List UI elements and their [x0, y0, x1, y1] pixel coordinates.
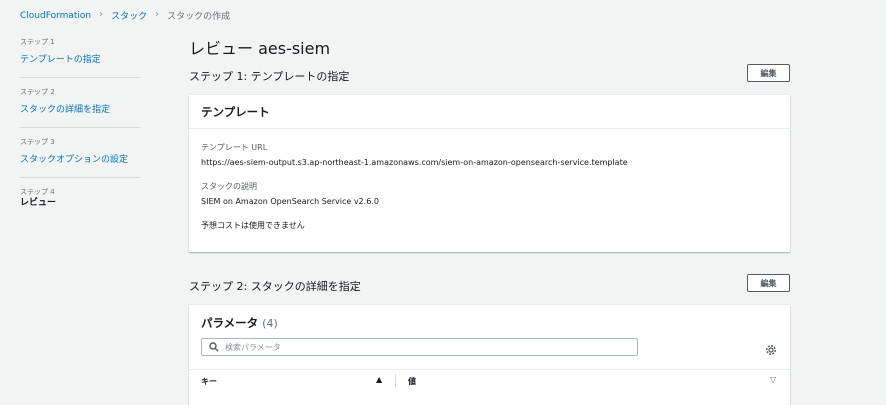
step-number-label: ステップ 4 [20, 188, 55, 196]
template-url-label: テンプレート URL [201, 143, 268, 152]
step-current-review: レビュー [20, 198, 57, 208]
step-number-label: ステップ 1 [20, 38, 55, 46]
breadcrumb-current: スタックの作成 [167, 12, 231, 22]
search-input[interactable] [225, 342, 625, 352]
wizard-step-4: ステップ 4 レビュー [20, 188, 140, 220]
edit-stack-details-button[interactable]: 編集 [747, 274, 790, 292]
card-title: テンプレート [201, 104, 270, 119]
breadcrumb: CloudFormation › スタック › スタックの作成 [20, 9, 230, 22]
stack-description-field: スタックの説明 SIEM on Amazon OpenSearch Servic… [201, 181, 778, 207]
breadcrumb-cloudformation[interactable]: CloudFormation [20, 11, 91, 21]
chevron-right-icon: › [155, 9, 160, 20]
step-number-label: ステップ 2 [20, 88, 55, 96]
stack-description-value: SIEM on Amazon OpenSearch Service v2.6.0 [201, 197, 379, 206]
wizard-step-2: ステップ 2 スタックの詳細を指定 [20, 88, 140, 128]
card-header: テンプレート [189, 95, 790, 129]
estimated-cost-text: 予想コストは使用できません [201, 221, 305, 230]
template-card: テンプレート テンプレート URL https://aes-siem-outpu… [189, 95, 790, 252]
step-link-stack-options[interactable]: スタックオプションの設定 [20, 155, 128, 165]
breadcrumb-stacks[interactable]: スタック [111, 9, 147, 22]
page-title: レビュー aes-siem [189, 39, 331, 58]
sort-descending-icon[interactable]: ▽ [770, 375, 776, 384]
gear-icon[interactable] [765, 341, 777, 355]
table-header: キー ▲ 値 ▽ [189, 369, 790, 391]
wizard-step-3: ステップ 3 スタックオプションの設定 [20, 138, 140, 178]
column-divider[interactable] [395, 374, 396, 387]
card-title: パラメータ [201, 316, 259, 330]
card-header: パラメータ (4) [189, 305, 790, 331]
wizard-step-1: ステップ 1 テンプレートの指定 [20, 38, 140, 78]
template-url-value: https://aes-siem-output.s3.ap-northeast-… [201, 158, 628, 167]
stack-description-label: スタックの説明 [201, 182, 257, 191]
search-icon [207, 340, 221, 354]
edit-template-button[interactable]: 編集 [747, 64, 790, 82]
section-heading-template: ステップ 1: テンプレートの指定 [189, 70, 350, 83]
column-header-key[interactable]: キー [201, 376, 217, 387]
step-link-stack-details[interactable]: スタックの詳細を指定 [20, 105, 110, 115]
template-url-field: テンプレート URL https://aes-siem-output.s3.ap… [201, 142, 778, 168]
params-count: (4) [262, 316, 278, 330]
column-header-value[interactable]: 値 [408, 376, 416, 387]
step-number-label: ステップ 3 [20, 138, 55, 146]
section-heading-stack-details: ステップ 2: スタックの詳細を指定 [189, 280, 361, 293]
step-link-template[interactable]: テンプレートの指定 [20, 55, 101, 65]
wizard-steps-nav: ステップ 1 テンプレートの指定 ステップ 2 スタックの詳細を指定 ステップ … [20, 38, 140, 230]
card-body: テンプレート URL https://aes-siem-output.s3.ap… [189, 129, 790, 231]
parameters-card: パラメータ (4) キー ▲ 値 ▽ [189, 305, 790, 405]
sort-ascending-icon[interactable]: ▲ [376, 375, 382, 384]
search-field[interactable] [201, 338, 638, 356]
chevron-right-icon: › [99, 9, 104, 20]
